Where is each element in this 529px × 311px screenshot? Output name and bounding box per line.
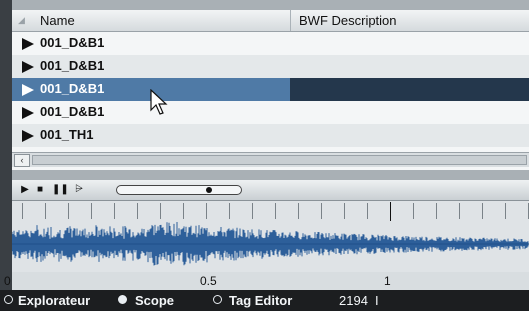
ruler-tick	[459, 203, 460, 219]
play-arrow-icon	[22, 130, 34, 142]
list-row[interactable]: 001_D&B1	[12, 101, 529, 124]
radio-scope-icon[interactable]	[118, 295, 127, 304]
list-row[interactable]: 001_D&B1	[12, 55, 529, 78]
file-name: 001_D&B1	[40, 81, 105, 96]
list-header: ◢ Name BWF Description	[12, 10, 529, 32]
column-bwf-description[interactable]: BWF Description	[291, 10, 529, 31]
ruler-tick	[505, 203, 506, 219]
waveform-graphic	[12, 222, 529, 266]
ruler-tick	[367, 203, 368, 219]
ruler-tick	[229, 203, 230, 219]
ruler-tick	[160, 203, 161, 219]
waveform-display[interactable]	[12, 222, 529, 272]
ruler-tick	[22, 203, 23, 219]
horizontal-scrollbar[interactable]: ‹	[12, 152, 529, 167]
ruler-tick	[275, 203, 276, 219]
ruler-tick	[137, 203, 138, 219]
transport-bar: ▶ ■ ❚❚ ⩥	[12, 180, 529, 201]
file-name: 001_D&B1	[40, 35, 105, 50]
bwf-description-cell	[290, 78, 529, 101]
status-bar: Explorateur Scope Tag Editor 2194 I	[0, 290, 529, 311]
ruler-tick	[436, 203, 437, 219]
play-arrow-icon	[22, 107, 34, 119]
play-arrow-icon	[22, 61, 34, 73]
column-name-label: Name	[40, 13, 75, 28]
status-trailing-mark: I	[375, 293, 379, 308]
preview-player: ▶ ■ ❚❚ ⩥ 0 0.5 1	[4, 180, 529, 290]
file-name: 001_D&B1	[40, 58, 105, 73]
column-bwf-label: BWF Description	[299, 13, 397, 28]
tab-explorateur[interactable]: Explorateur	[18, 293, 90, 308]
sort-icon: ◢	[18, 15, 25, 25]
ruler-tick	[114, 203, 115, 219]
tab-tag-editor[interactable]: Tag Editor	[229, 293, 292, 308]
ruler-tick	[183, 203, 184, 219]
ruler-tick	[482, 203, 483, 219]
ruler-tick	[298, 203, 299, 219]
media-browser-window: ◢ Name BWF Description 001_D&B1 001_D&B1…	[0, 0, 529, 311]
list-row[interactable]: 001_D&B1	[12, 32, 529, 55]
timeline-label-0: 0	[4, 274, 11, 288]
progress-handle[interactable]	[206, 187, 212, 193]
file-name: 001_D&B1	[40, 104, 105, 119]
loop-icon[interactable]: ⩥	[72, 184, 86, 196]
tab-scope[interactable]: Scope	[135, 293, 174, 308]
playback-progress-slider[interactable]	[116, 185, 242, 195]
timeline-ruler[interactable]	[12, 201, 529, 223]
ruler-tick	[321, 203, 322, 219]
play-icon[interactable]: ▶	[20, 184, 30, 196]
play-arrow-icon	[22, 38, 34, 50]
status-value: 2194	[339, 293, 368, 308]
left-panel-edge	[0, 0, 12, 311]
mouse-cursor-icon	[150, 89, 168, 115]
scroll-thumb[interactable]	[32, 155, 527, 165]
ruler-tick	[206, 203, 207, 219]
pause-icon[interactable]: ❚❚	[52, 184, 69, 196]
list-row[interactable]: 001_TH1	[12, 124, 529, 147]
timeline-label-0-5: 0.5	[200, 274, 217, 288]
ruler-tick	[45, 203, 46, 219]
file-list[interactable]: ◢ Name BWF Description 001_D&B1 001_D&B1…	[12, 10, 529, 170]
ruler-tick	[91, 203, 92, 219]
timeline-label-1: 1	[384, 274, 391, 288]
stop-icon[interactable]: ■	[34, 184, 46, 196]
ruler-tick	[68, 203, 69, 219]
file-name: 001_TH1	[40, 127, 94, 142]
ruler-tick	[413, 203, 414, 219]
list-row-selected[interactable]: 001_D&B1	[12, 78, 529, 101]
ruler-tick	[252, 203, 253, 219]
ruler-tick	[344, 203, 345, 219]
play-arrow-icon	[22, 84, 34, 96]
radio-explorateur-icon[interactable]	[4, 295, 13, 304]
radio-tag-editor-icon[interactable]	[213, 295, 222, 304]
ruler-tick	[390, 202, 391, 221]
column-name[interactable]: ◢ Name	[12, 10, 291, 31]
scroll-left-icon[interactable]: ‹	[14, 154, 30, 167]
